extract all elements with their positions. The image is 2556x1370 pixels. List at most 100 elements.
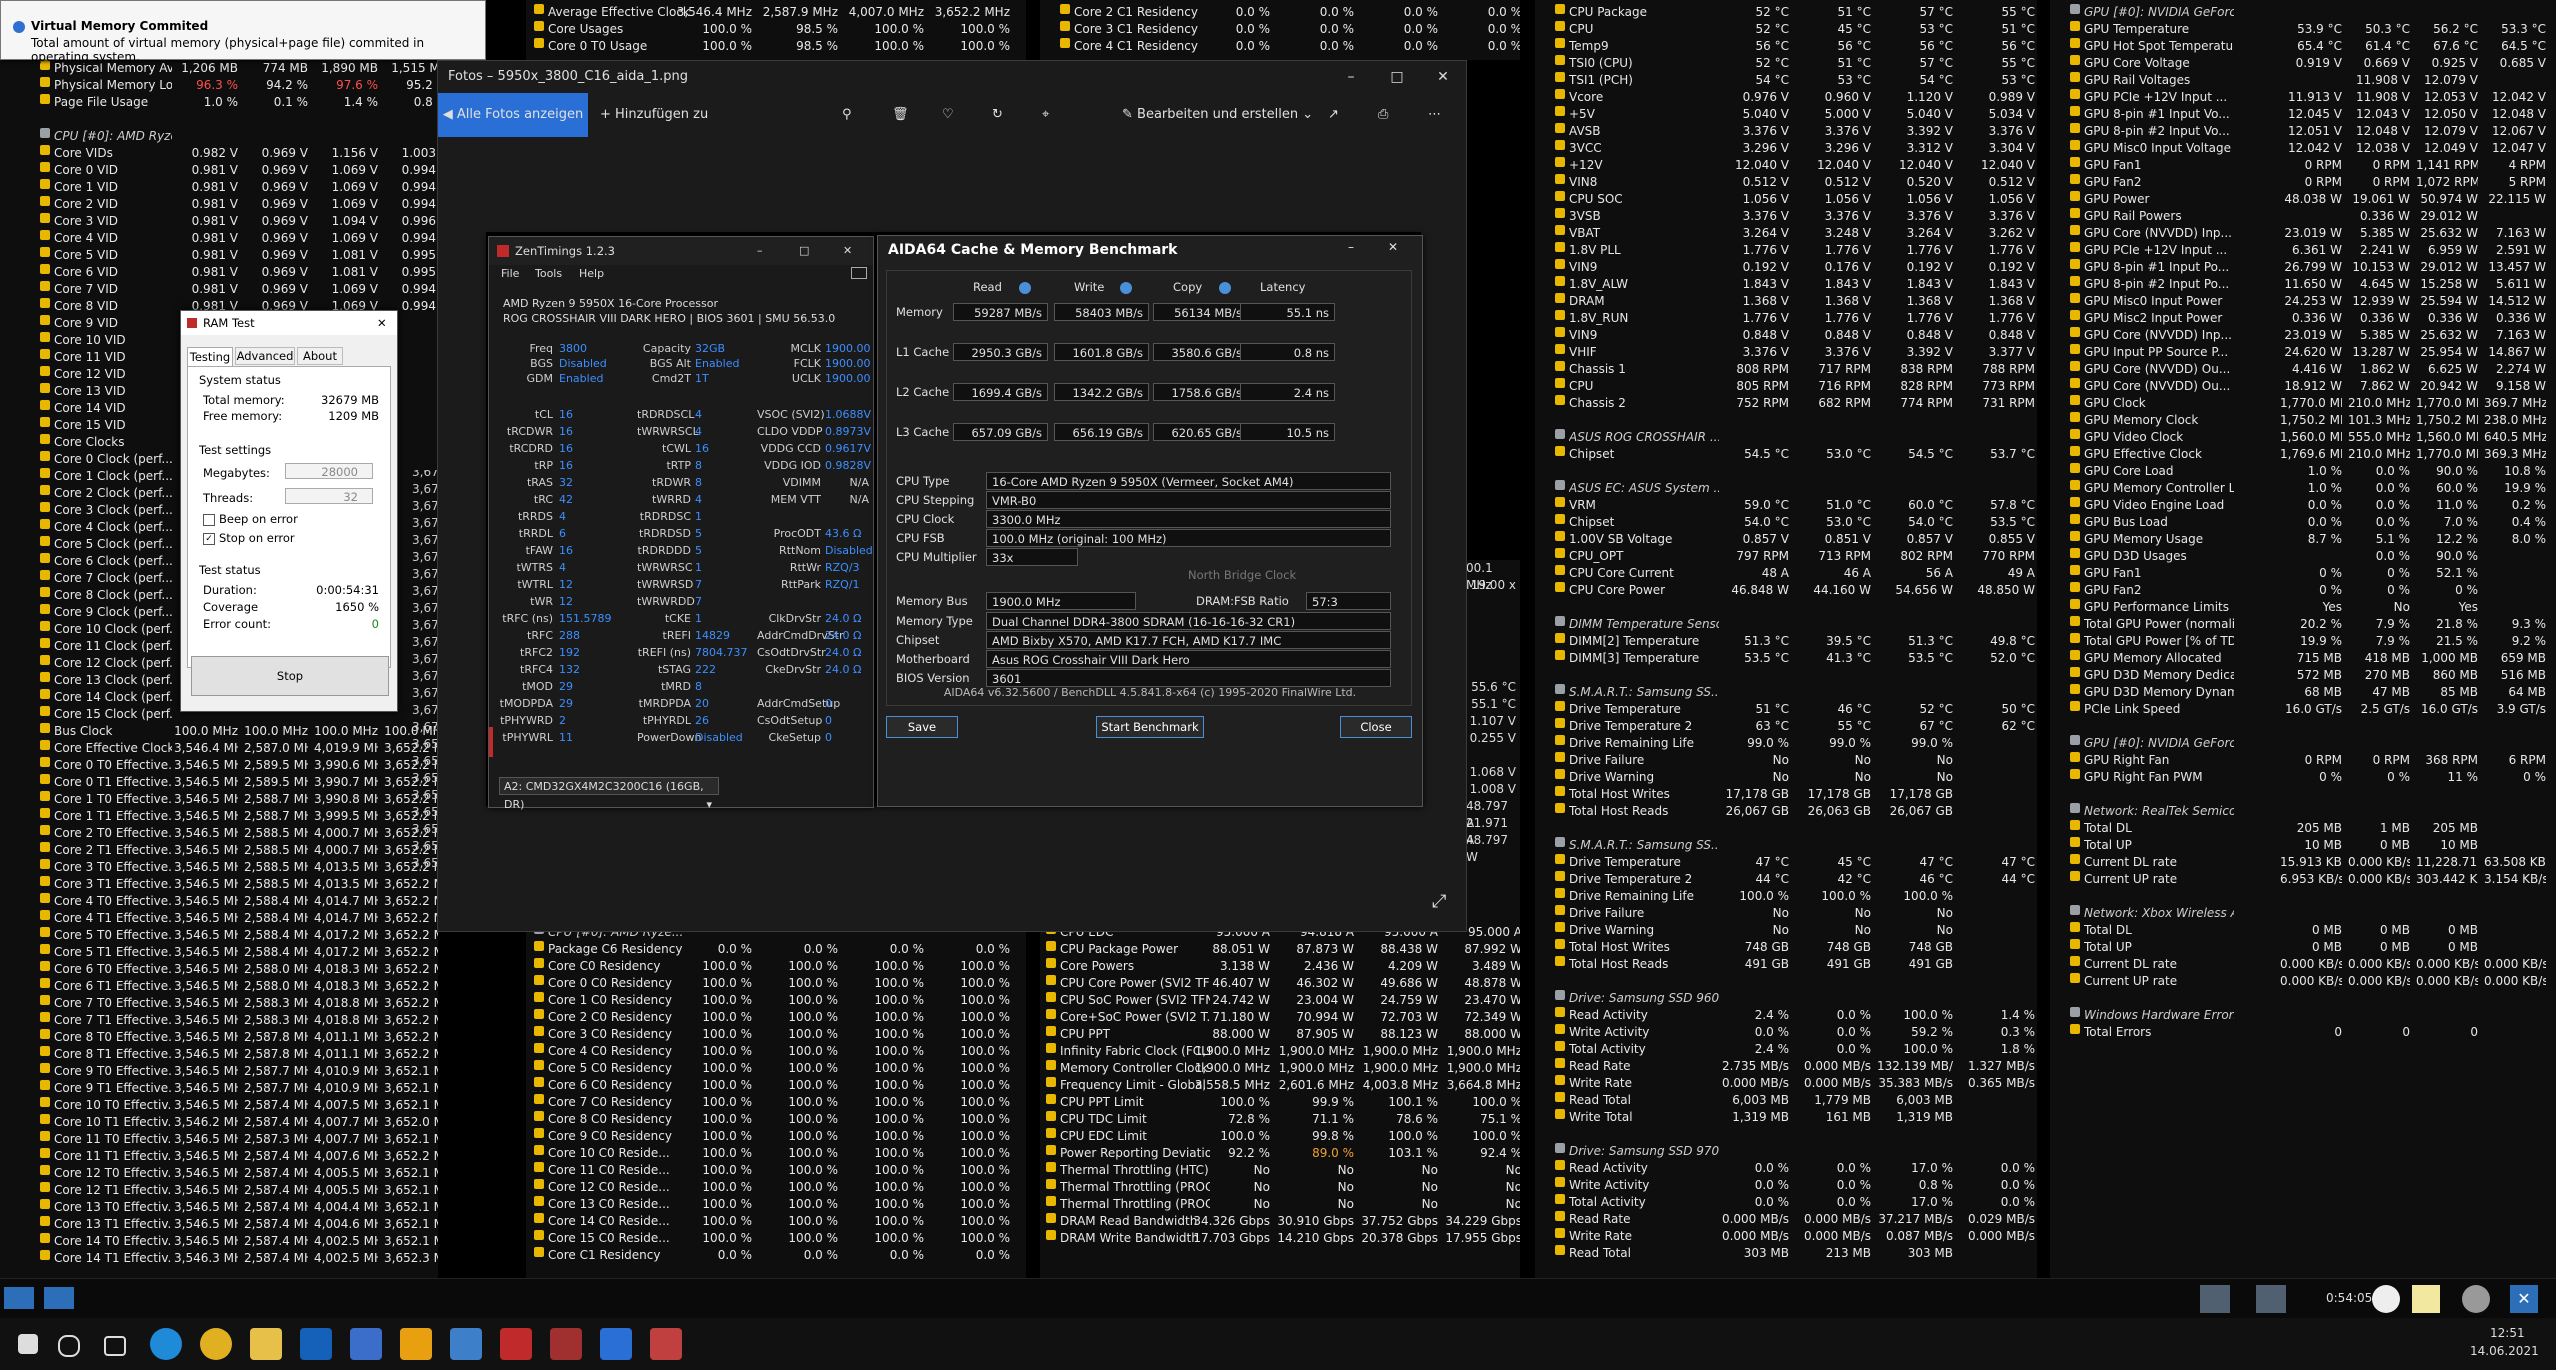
sensor-row[interactable]: Core 6 C0 Residency 100.0 % 100.0 % 100.0 %… — [526, 1077, 1026, 1094]
sensor-row[interactable]: Drive Warning No No No — [1535, 769, 2037, 786]
sensor-row[interactable]: Total Host Reads 26,067 GB 26,063 GB 26,067… — [1535, 803, 2037, 820]
sensor-row[interactable]: Core 12 C0 Reside... 100.0 % 100.0 % 100.0 … — [526, 1179, 1026, 1196]
sensor-row[interactable]: Core Powers 3.138 W 2.436 W 4.209 W 3.489 W — [1040, 958, 1520, 975]
stop-on-error-checkbox[interactable]: ✓ — [203, 533, 215, 545]
sensor-row[interactable]: CPU 805 RPM 716 RPM 828 RPM 773 RPM — [1535, 378, 2037, 395]
view-all-photos-button[interactable]: ◀ Alle Fotos anzeigen — [438, 93, 588, 137]
sensor-row[interactable]: Thermal Throttling (PROC... No No No No — [1040, 1179, 1520, 1196]
sensor-group-header[interactable]: Network: RealTek Semico... — [2050, 803, 2556, 820]
sensor-row[interactable]: GPU Misc0 Input Voltage 12.042 V 12.038 V1… — [2050, 140, 2556, 157]
sensor-row[interactable]: GPU Core (NVVDD) Inp... 23.019 W 5.385 W 25… — [2050, 327, 2556, 344]
sensor-row[interactable] — [1535, 599, 2037, 616]
sensor-row[interactable]: GPU Rail Powers 0.336 W 29.012 W — [2050, 208, 2556, 225]
sensor-row[interactable]: Read Activity 2.4 % 0.0 % 100.0 % 1.4 % — [1535, 1007, 2037, 1024]
start-icon[interactable] — [18, 1334, 38, 1354]
sensor-row[interactable]: Core 4 C0 Residency 100.0 % 100.0 % 100.0 %… — [526, 1043, 1026, 1060]
sensor-row[interactable]: Drive Failure No No No — [1535, 752, 2037, 769]
sensor-row[interactable]: Core 1 T1 Effective...3,546.5 MHz2,588.7… — [0, 808, 438, 825]
sensor-row[interactable]: VHIF 3.376 V 3.376 V 3.392 V 3.377 V — [1535, 344, 2037, 361]
sensor-row[interactable]: GPU Bus Load 0.0 % 0.0 % 7.0 % 0.4 % — [2050, 514, 2556, 531]
hwinfo-icon[interactable] — [450, 1328, 482, 1360]
sensor-row[interactable] — [1535, 463, 2037, 480]
sensor-row[interactable]: GPU Core (NVVDD) Inp... 23.019 W 5.385 W 25… — [2050, 225, 2556, 242]
sensor-row[interactable]: Write Rate 0.000 MB/s 0.000 MB/s 0.087 MB/s… — [1535, 1228, 2037, 1245]
sensor-row[interactable]: GPU Fan1 0 RPM 0 RPM 1,141 RPM 4 RPM — [2050, 157, 2556, 174]
sensor-row[interactable]: CPU EDC Limit 100.0 % 99.8 % 100.0 % 100.0 % — [1040, 1128, 1520, 1145]
sensor-row[interactable]: Core 14 T0 Effectiv...3,546.5 MHz2,587.4… — [0, 1233, 438, 1250]
store-icon[interactable] — [350, 1328, 382, 1360]
sensor-row[interactable]: VIN9 0.192 V 0.176 V 0.192 V 0.192 V — [1535, 259, 2037, 276]
zentimings-icon[interactable] — [550, 1328, 582, 1360]
sensor-row[interactable]: Thermal Throttling (HTC) No No No No — [1040, 1162, 1520, 1179]
sensor-row[interactable]: Drive Warning No No No — [1535, 922, 2037, 939]
sensor-row[interactable]: Power Reporting Deviatio... 92.2 % 89.0 % 1… — [1040, 1145, 1520, 1162]
sensor-row[interactable]: Core 3 VID0.981 V0.969 V1.094 V0.996 V — [0, 213, 438, 230]
info-icon[interactable] — [1120, 282, 1132, 294]
sensor-row[interactable]: Chipset 54.0 °C 53.0 °C 54.0 °C 53.5 °C — [1535, 514, 2037, 531]
sensor-group-header[interactable]: CPU [#0]: AMD Ryzen... — [0, 128, 438, 145]
sensor-row[interactable]: Temp9 56 °C 56 °C 56 °C 56 °C — [1535, 38, 2037, 55]
sensor-group-header[interactable]: GPU [#0]: NVIDIA GeForc... — [2050, 735, 2556, 752]
sensor-row[interactable]: Core 0 VID0.981 V0.969 V1.069 V0.994 V — [0, 162, 438, 179]
sensor-row[interactable]: GPU Memory Allocated 715 MB 418 MB 1,000 MB… — [2050, 650, 2556, 667]
info-icon[interactable] — [1219, 282, 1231, 294]
sensor-row[interactable]: Core 3 T0 Effective...3,546.5 MHz2,588.5… — [0, 859, 438, 876]
sensor-row[interactable]: Core 2 T1 Effective...3,546.5 MHz2,588.5… — [0, 842, 438, 859]
info-icon[interactable] — [1019, 282, 1031, 294]
zen-screenshot-icon[interactable] — [851, 267, 867, 279]
sensor-row[interactable]: GPU Core Voltage 0.919 V 0.669 V 0.925 V 0.6… — [2050, 55, 2556, 72]
sensor-row[interactable]: Total Errors 0 0 0 — [2050, 1024, 2556, 1041]
sensor-row[interactable]: VIN9 0.848 V 0.848 V 0.848 V 0.848 V — [1535, 327, 2037, 344]
sensor-row[interactable]: GPU Temperature 53.9 °C 50.3 °C 56.2 °C 53.3… — [2050, 21, 2556, 38]
sensor-row[interactable]: Core 0 T1 Effective...3,546.5 MHz2,589.5… — [0, 774, 438, 791]
sensor-row[interactable]: Core 8 C0 Residency 100.0 % 100.0 % 100.0 %… — [526, 1111, 1026, 1128]
sensor-row[interactable]: Core 7 T1 Effective...3,546.5 MHz2,588.3… — [0, 1012, 438, 1029]
delete-icon[interactable]: 🗑 — [892, 93, 909, 137]
aida-icon[interactable] — [500, 1328, 532, 1360]
sensor-row[interactable]: Write Rate 0.000 MB/s 0.000 MB/s 35.383 MB/… — [1535, 1075, 2037, 1092]
sensor-row[interactable]: Core 7 T0 Effective...3,546.5 MHz2,588.3… — [0, 995, 438, 1012]
sensor-row[interactable]: Core 9 T1 Effective...3,546.5 MHz2,587.7… — [0, 1080, 438, 1097]
close-button[interactable]: ✕ — [1420, 61, 1466, 93]
sensor-row[interactable]: Core 5 T0 Effective...3,546.5 MHz2,588.4… — [0, 927, 438, 944]
sensor-group-header[interactable]: GPU [#0]: NVIDIA GeForc... — [2050, 4, 2556, 21]
sensor-row[interactable]: GPU D3D Memory Dedicated572 MB270 MB860 … — [2050, 667, 2556, 684]
sensor-row[interactable] — [2050, 786, 2556, 803]
crop-icon[interactable]: ⌖ — [1042, 93, 1049, 137]
sensor-row[interactable]: Write Total 1,319 MB 161 MB 1,319 MB — [1535, 1109, 2037, 1126]
sensor-row[interactable] — [1535, 412, 2037, 429]
sensor-row[interactable]: Core C1 Residency 0.0 % 0.0 % 0.0 % 0.0 % — [526, 1247, 1026, 1264]
sensor-row[interactable]: Core 10 T1 Effectiv...3,546.2 MHz2,587.4… — [0, 1114, 438, 1131]
aida-minimize-button[interactable]: – — [1348, 240, 1354, 254]
sensor-row[interactable]: CPU Core Power 46.848 W 44.160 W 54.656 W 48… — [1535, 582, 2037, 599]
favorite-icon[interactable]: ♡ — [942, 93, 954, 137]
sensor-row[interactable]: Core 4 VID0.981 V0.969 V1.069 V0.994 V — [0, 230, 438, 247]
sensor-row[interactable]: CPU TDC Limit 72.8 % 71.1 % 78.6 % 75.1 % — [1040, 1111, 1520, 1128]
sensor-row[interactable]: Drive Remaining Life 99.0 % 99.0 % 99.0 % — [1535, 735, 2037, 752]
sensor-row[interactable]: GPU Performance Limits Yes No Yes — [2050, 599, 2556, 616]
sensor-row[interactable]: AVSB 3.376 V 3.376 V 3.392 V 3.376 V — [1535, 123, 2037, 140]
sensor-row[interactable]: Core 0 T0 Effective...3,546.5 MHz2,589.5… — [0, 757, 438, 774]
sensor-row[interactable]: Core 9 T0 Effective...3,546.5 MHz2,587.7… — [0, 1063, 438, 1080]
sensor-row[interactable]: Current UP rate 6.953 KB/s 0.000 KB/s 303.4… — [2050, 871, 2556, 888]
sensor-row[interactable]: Core 13 C0 Reside... 100.0 % 100.0 % 100.0 … — [526, 1196, 1026, 1213]
outlook-icon[interactable] — [300, 1328, 332, 1360]
clock-icon[interactable] — [2372, 1285, 2400, 1313]
task-view-icon[interactable] — [104, 1336, 126, 1356]
sensor-row[interactable]: Core 8 T1 Effective...3,546.5 MHz2,587.8… — [0, 1046, 438, 1063]
rotate-icon[interactable]: ↻ — [992, 93, 1003, 137]
sensor-row[interactable]: Current DL rate 0.000 KB/s 0.000 KB/s 0.000… — [2050, 956, 2556, 973]
sensor-row[interactable]: Core 5 T1 Effective...3,546.5 MHz2,588.4… — [0, 944, 438, 961]
sensor-row[interactable]: GPU Rail Voltages 11.908 V 12.079 V — [2050, 72, 2556, 89]
sensor-row[interactable] — [2050, 888, 2556, 905]
zen-dimm-select[interactable]: A2: CMD32GX4M2C3200C16 (16GB, DR) ▾ — [499, 777, 719, 811]
sensor-row[interactable]: Chipset 54.5 °C 53.0 °C 54.5 °C 53.7 °C — [1535, 446, 2037, 463]
sensor-row[interactable]: Total Activity 0.0 % 0.0 % 17.0 % 0.0 % — [1535, 1194, 2037, 1211]
sensor-row[interactable]: CPU Package Power 88.051 W 87.873 W 88.438 … — [1040, 941, 1520, 958]
sensor-row[interactable]: GPU PCIe +12V Input ... 6.361 W 2.241 W 6.9… — [2050, 242, 2556, 259]
file-explorer-icon[interactable] — [250, 1328, 282, 1360]
sensor-row[interactable] — [1535, 973, 2037, 990]
sensor-row[interactable]: Chassis 1 808 RPM 717 RPM 838 RPM 788 RPM — [1535, 361, 2037, 378]
sensor-row[interactable]: CPU PPT Limit 100.0 % 99.9 % 100.1 % 100.0 % — [1040, 1094, 1520, 1111]
sensor-row[interactable]: GPU Fan2 0 RPM 0 RPM 1,072 RPM 5 RPM — [2050, 174, 2556, 191]
